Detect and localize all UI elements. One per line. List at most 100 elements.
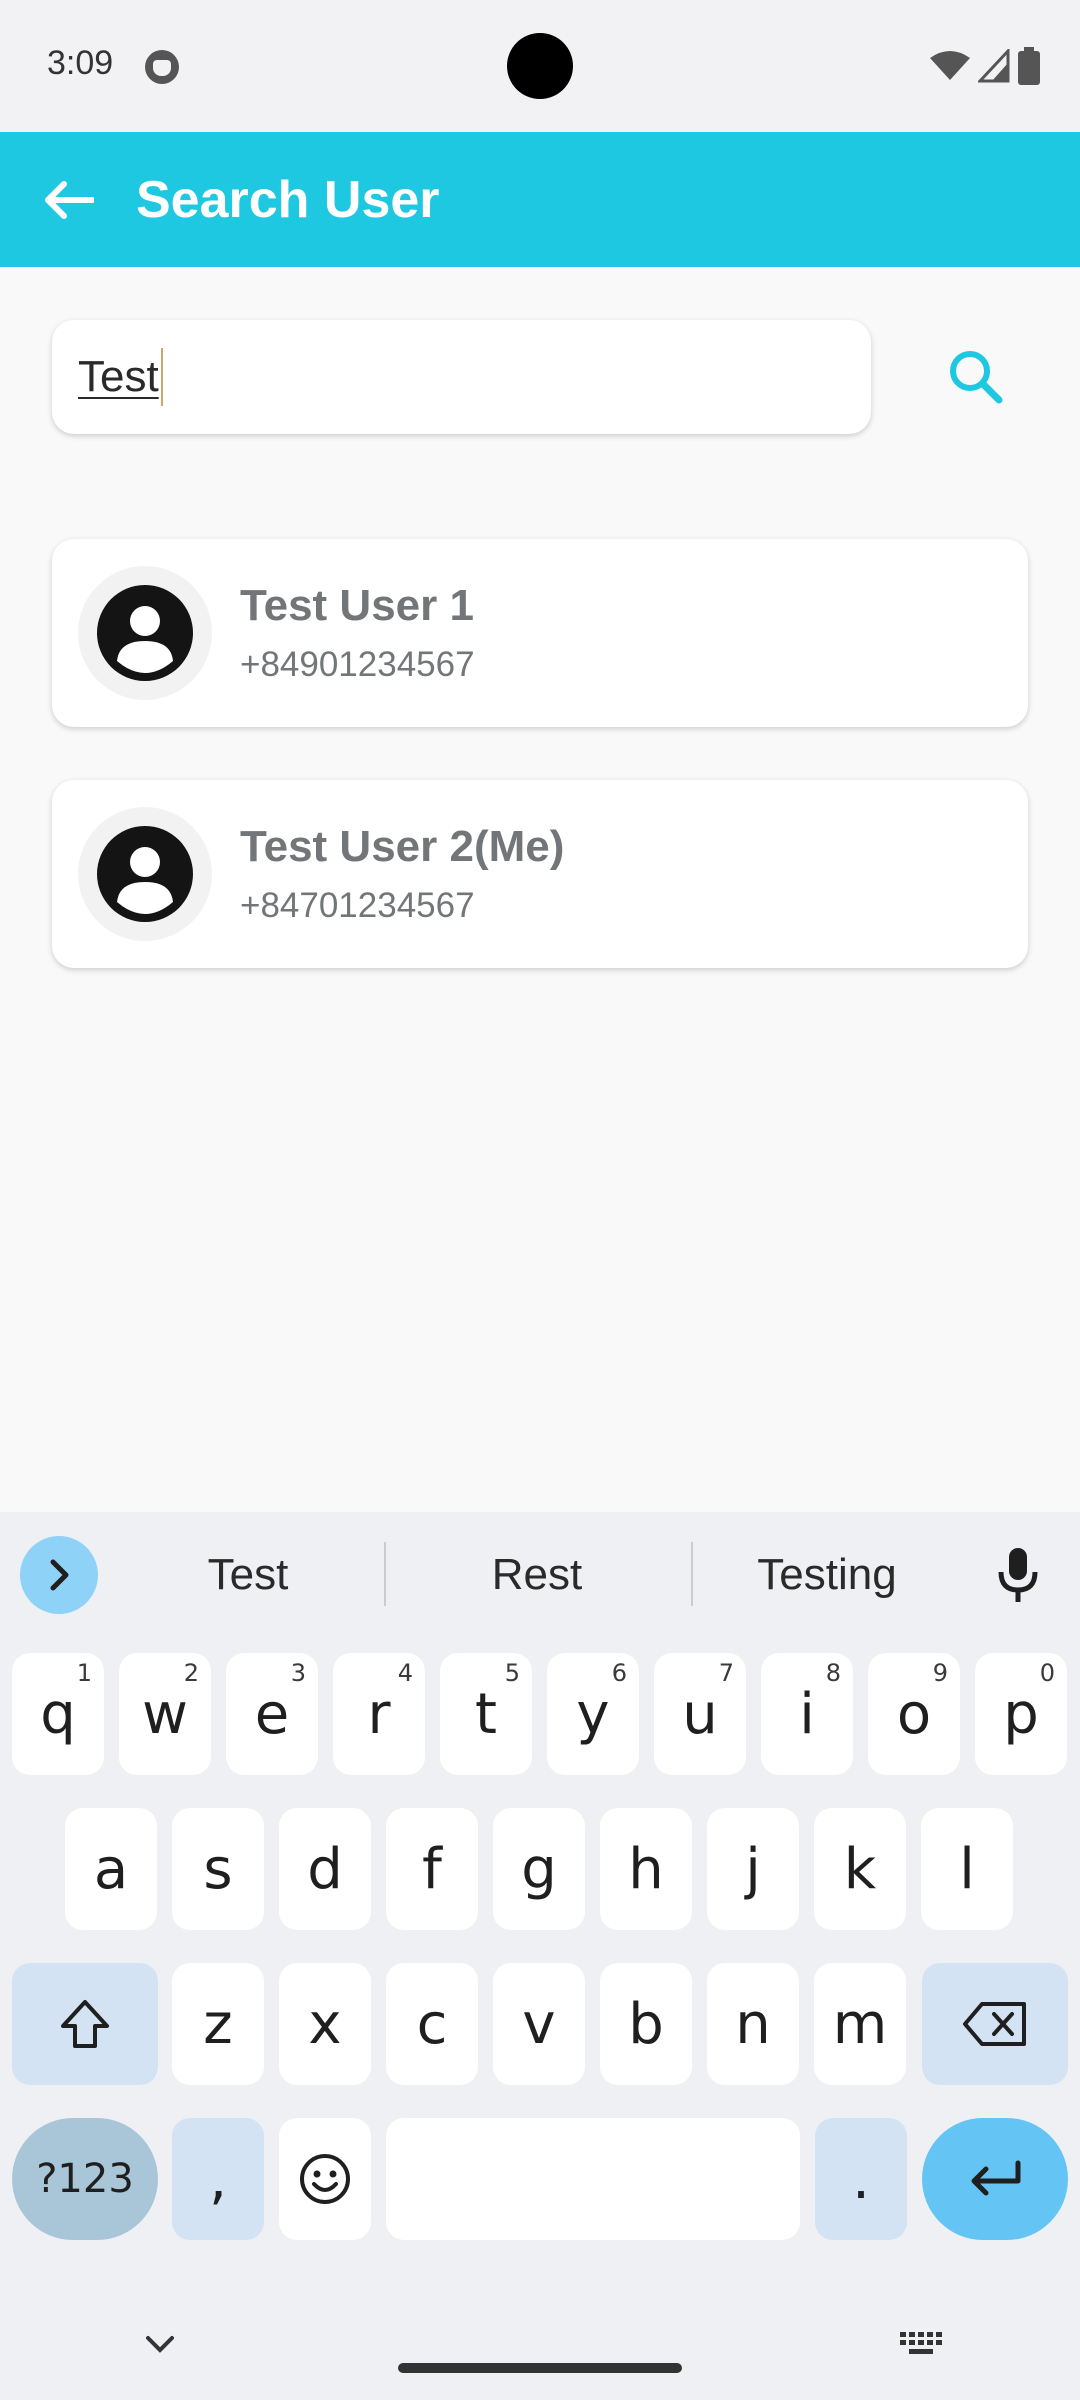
key-g[interactable]: g <box>493 1808 585 1930</box>
search-button[interactable] <box>935 336 1015 416</box>
key-j[interactable]: j <box>707 1808 799 1930</box>
key-h[interactable]: h <box>600 1808 692 1930</box>
key-hint: 5 <box>504 1659 520 1687</box>
user-name: Test User 1 <box>240 581 474 630</box>
key-label: w <box>142 1681 188 1747</box>
arrow-left-icon <box>45 180 94 219</box>
key-label: o <box>896 1681 932 1747</box>
key-label: p <box>1003 1681 1039 1747</box>
face-icon <box>145 50 179 84</box>
suggestion-2[interactable]: Rest <box>420 1540 654 1610</box>
key-hint: 4 <box>397 1659 413 1687</box>
back-button[interactable] <box>0 132 136 267</box>
microphone-icon <box>998 1548 1038 1602</box>
key-hint: 6 <box>611 1659 627 1687</box>
key-o[interactable]: o9 <box>868 1653 960 1775</box>
chevron-down-icon <box>146 2336 174 2353</box>
key-hint: 3 <box>290 1659 306 1687</box>
key-hint: 7 <box>718 1659 734 1687</box>
key-s[interactable]: s <box>172 1808 264 1930</box>
suggestion-bar: Test Rest Testing <box>0 1512 1080 1636</box>
suggestion-divider <box>384 1542 386 1606</box>
hide-keyboard-button[interactable] <box>140 2330 180 2360</box>
backspace-key[interactable] <box>922 1963 1068 2085</box>
key-m[interactable]: m <box>814 1963 906 2085</box>
key-label: q <box>40 1681 76 1747</box>
key-e[interactable]: e3 <box>226 1653 318 1775</box>
key-n[interactable]: n <box>707 1963 799 2085</box>
key-q[interactable]: q1 <box>12 1653 104 1775</box>
key-hint: 8 <box>825 1659 841 1687</box>
comma-key[interactable]: , <box>172 2118 264 2240</box>
key-r[interactable]: r4 <box>333 1653 425 1775</box>
space-key[interactable] <box>386 2118 800 2240</box>
user-name: Test User 2(Me) <box>240 822 565 871</box>
key-hint: 0 <box>1039 1659 1055 1687</box>
voice-input-button[interactable] <box>996 1546 1040 1609</box>
user-phone: +84701234567 <box>240 886 475 925</box>
key-hint: 1 <box>76 1659 92 1687</box>
key-k[interactable]: k <box>814 1808 906 1930</box>
key-u[interactable]: u7 <box>654 1653 746 1775</box>
avatar <box>78 807 212 941</box>
expand-toolbar-button[interactable] <box>20 1536 98 1614</box>
key-v[interactable]: v <box>493 1963 585 2085</box>
key-f[interactable]: f <box>386 1808 478 1930</box>
emoji-key[interactable] <box>279 2118 371 2240</box>
camera-cutout <box>507 33 573 99</box>
enter-key[interactable] <box>922 2118 1068 2240</box>
key-hint: 2 <box>183 1659 199 1687</box>
shift-key[interactable] <box>12 1963 158 2085</box>
battery-icon <box>1018 47 1040 85</box>
shift-icon <box>61 2000 109 2048</box>
home-gesture-bar[interactable] <box>398 2363 682 2373</box>
key-label: u <box>682 1681 718 1747</box>
avatar <box>78 566 212 700</box>
page-title: Search User <box>136 170 440 229</box>
user-phone: +84901234567 <box>240 645 475 684</box>
backspace-icon <box>963 2002 1026 2046</box>
symbols-key[interactable]: ?123 <box>12 2118 158 2240</box>
key-label: e <box>254 1681 290 1747</box>
key-x[interactable]: x <box>279 1963 371 2085</box>
suggestion-3[interactable]: Testing <box>712 1540 942 1610</box>
enter-icon <box>971 2160 1021 2196</box>
period-key[interactable]: . <box>815 2118 907 2240</box>
status-time: 3:09 <box>47 44 114 82</box>
key-d[interactable]: d <box>279 1808 371 1930</box>
soft-keyboard: Test Rest Testing q1w2e3r4t5y6u7i8o9p0as… <box>0 1512 1080 2400</box>
key-y[interactable]: y6 <box>547 1653 639 1775</box>
key-b[interactable]: b <box>600 1963 692 2085</box>
suggestion-1[interactable]: Test <box>128 1540 368 1610</box>
list-item[interactable]: Test User 2(Me) +84701234567 <box>52 780 1028 968</box>
wifi-icon <box>930 51 970 80</box>
key-t[interactable]: t5 <box>440 1653 532 1775</box>
key-i[interactable]: i8 <box>761 1653 853 1775</box>
keyboard-switch-button[interactable] <box>898 2328 944 2358</box>
key-label: i <box>799 1681 815 1747</box>
search-input-value[interactable]: Test <box>78 352 159 402</box>
chevron-right-icon <box>50 1559 69 1591</box>
user-avatar-icon <box>97 826 193 922</box>
suggestion-divider <box>691 1542 693 1606</box>
user-avatar-icon <box>97 585 193 681</box>
search-input[interactable]: Test <box>52 320 871 434</box>
key-label: t <box>475 1681 497 1747</box>
list-item[interactable]: Test User 1 +84901234567 <box>52 539 1028 727</box>
cell-signal-icon <box>978 49 1010 83</box>
key-c[interactable]: c <box>386 1963 478 2085</box>
search-icon <box>950 351 1003 404</box>
key-label: y <box>576 1681 610 1747</box>
keyboard-icon <box>900 2332 942 2354</box>
key-p[interactable]: p0 <box>975 1653 1067 1775</box>
key-l[interactable]: l <box>921 1808 1013 1930</box>
emoji-icon <box>300 2154 350 2204</box>
key-z[interactable]: z <box>172 1963 264 2085</box>
status-bar: 3:09 <box>0 0 1080 132</box>
text-caret <box>160 348 163 406</box>
status-icons <box>930 46 1040 86</box>
app-bar: Search User <box>0 132 1080 267</box>
key-label: r <box>367 1681 391 1747</box>
key-w[interactable]: w2 <box>119 1653 211 1775</box>
key-a[interactable]: a <box>65 1808 157 1930</box>
